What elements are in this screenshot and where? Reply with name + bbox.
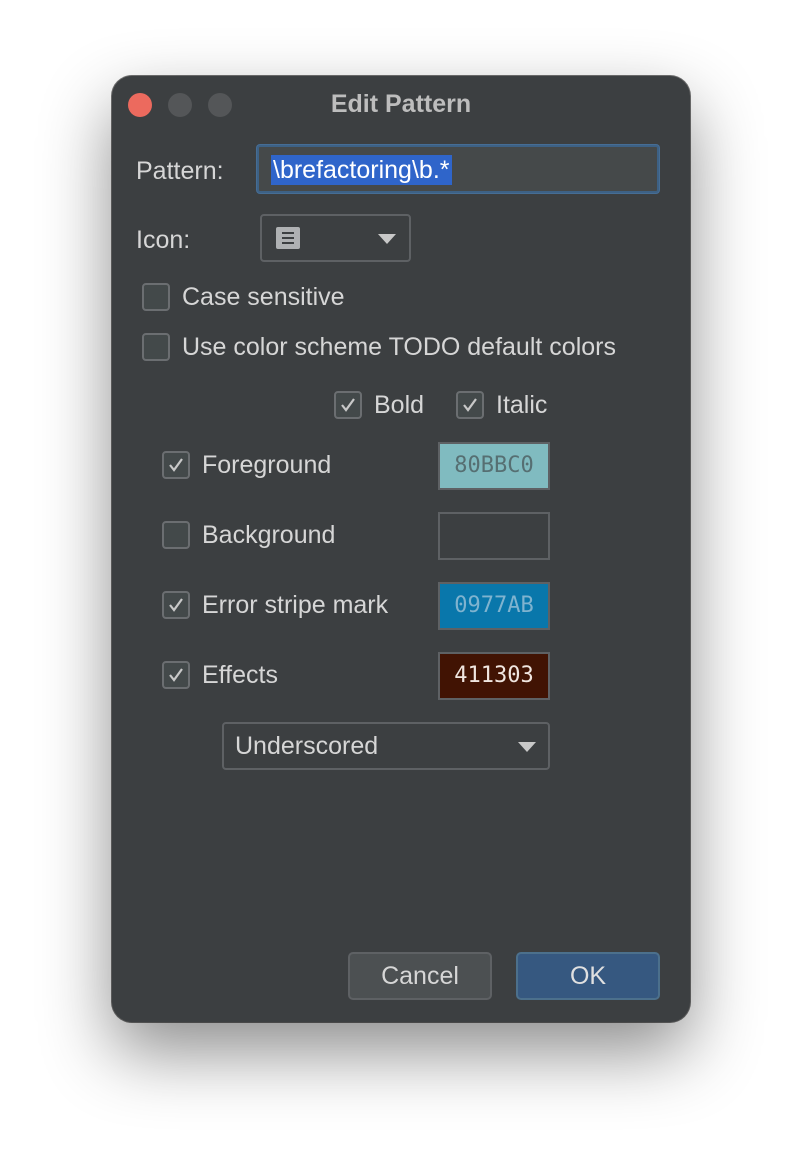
foreground-label[interactable]: Foreground	[202, 451, 331, 480]
list-icon	[276, 227, 300, 249]
use-default-colors-label[interactable]: Use color scheme TODO default colors	[182, 333, 616, 362]
pattern-input-value: \brefactoring\b.*	[271, 155, 452, 185]
effects-label[interactable]: Effects	[202, 661, 278, 690]
window-title: Edit Pattern	[330, 90, 472, 118]
chevron-down-icon	[378, 234, 396, 244]
checkmark-icon	[169, 668, 183, 682]
error-stripe-checkbox[interactable]	[162, 591, 190, 619]
pattern-label: Pattern:	[136, 157, 224, 185]
error-stripe-color-swatch[interactable]: 0977AB	[438, 582, 550, 630]
case-sensitive-checkbox[interactable]	[142, 283, 170, 311]
chevron-down-icon	[518, 742, 536, 752]
foreground-color-swatch[interactable]: 80BBC0	[438, 442, 550, 490]
bold-checkbox[interactable]	[334, 391, 362, 419]
error-stripe-label[interactable]: Error stripe mark	[202, 591, 388, 620]
icon-dropdown[interactable]	[260, 214, 411, 262]
effects-color-swatch[interactable]: 411303	[438, 652, 550, 700]
use-default-colors-checkbox[interactable]	[142, 333, 170, 361]
effect-type-dropdown[interactable]: Underscored	[222, 722, 550, 770]
checkmark-icon	[463, 398, 477, 412]
checkmark-icon	[169, 458, 183, 472]
ok-button[interactable]: OK	[516, 952, 660, 1000]
effect-type-value: Underscored	[235, 732, 379, 760]
edit-pattern-dialog: Edit Pattern Pattern: \brefactoring\b.* …	[112, 76, 690, 1022]
bold-label[interactable]: Bold	[374, 391, 424, 420]
cancel-button[interactable]: Cancel	[348, 952, 492, 1000]
checkmark-icon	[169, 598, 183, 612]
background-label[interactable]: Background	[202, 521, 335, 550]
checkmark-icon	[341, 398, 355, 412]
background-color-swatch[interactable]	[438, 512, 550, 560]
italic-label[interactable]: Italic	[496, 391, 547, 420]
foreground-checkbox[interactable]	[162, 451, 190, 479]
background-checkbox[interactable]	[162, 521, 190, 549]
case-sensitive-label[interactable]: Case sensitive	[182, 283, 345, 312]
pattern-input[interactable]: \brefactoring\b.*	[257, 145, 659, 193]
icon-label: Icon:	[136, 226, 191, 254]
italic-checkbox[interactable]	[456, 391, 484, 419]
effects-checkbox[interactable]	[162, 661, 190, 689]
title-bar[interactable]: Edit Pattern	[112, 76, 690, 132]
